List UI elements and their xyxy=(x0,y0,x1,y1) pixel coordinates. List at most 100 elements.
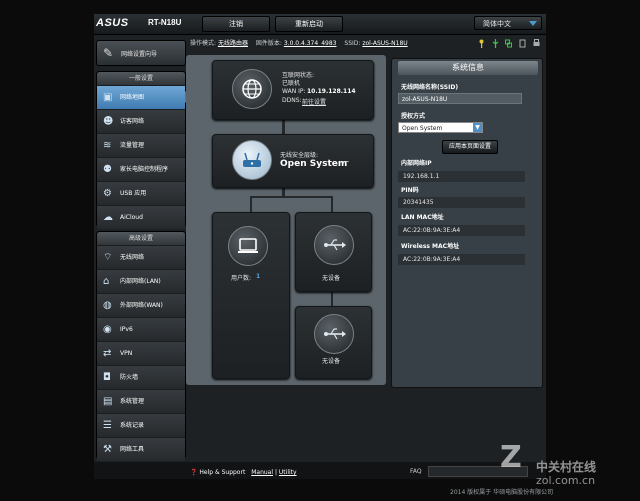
lan-ip-value: 192.168.1.1 xyxy=(398,171,525,182)
sidebar-item-system-log[interactable]: ☰ 系统记录 xyxy=(97,413,185,437)
sidebar-item-label: 无线网络 xyxy=(120,254,145,261)
router-icon xyxy=(232,140,272,180)
lan-ip-label: 内部网络IP xyxy=(401,160,432,167)
wand-icon: ✎ xyxy=(103,46,114,60)
internet-status-value: 已联机 xyxy=(282,80,301,87)
firewall-icon: ◘ xyxy=(103,372,111,383)
sidebar-item-label: 流量管理 xyxy=(120,142,145,149)
reboot-button[interactable]: 重新启动 xyxy=(275,16,343,32)
general-menu: 一般设置 ▣ 网络地图 ☻ 访客网络 ≋ 流量管理 ⚉ 家长电脑控制程序 ⚙ USB 应用… xyxy=(96,71,192,229)
key-icon[interactable] xyxy=(478,39,485,48)
ddns-label: DDNS: xyxy=(282,97,302,104)
advanced-menu: 高级设置 ⌔ 无线网络 ⌂ 内部网络(LAN) ◍ 外部网络(WAN) ◉ IPv6 ⇄… xyxy=(96,231,186,461)
auth-method-select[interactable]: Open System ▼ xyxy=(398,122,483,133)
clients-count[interactable]: 1 xyxy=(256,273,260,280)
lan-icon: ⌂ xyxy=(103,276,110,287)
wireless-mac-label: Wireless MAC地址 xyxy=(401,243,460,250)
copyright-text: 2014 版权属于 华硕电脑股份有限公司 xyxy=(450,489,554,496)
sidebar-item-network-map[interactable]: ▣ 网络地图 xyxy=(97,85,192,109)
mode-link[interactable]: 无线路由器 xyxy=(218,40,248,47)
sidebar-item-label: VPN xyxy=(120,350,133,357)
sidebar-item-label: AiCloud xyxy=(120,214,143,221)
sidebar-item-label: 网络工具 xyxy=(120,446,145,453)
firmware-label: 固件版本: xyxy=(255,40,282,47)
wan-icon: ◍ xyxy=(103,300,112,311)
utility-link[interactable]: Utility xyxy=(279,469,297,476)
watermark-url: zol.com.cn xyxy=(536,474,596,487)
sidebar-item-label: 访客网络 xyxy=(120,118,145,125)
network-map-icon: ▣ xyxy=(103,92,113,103)
sidebar-item-usb-app[interactable]: ⚙ USB 应用 xyxy=(97,181,185,205)
sidebar-item-wan[interactable]: ◍ 外部网络(WAN) xyxy=(97,293,185,317)
connector-line xyxy=(331,196,333,212)
printer-icon[interactable] xyxy=(533,39,540,48)
link-status-icon[interactable] xyxy=(505,39,512,48)
manual-link[interactable]: Manual xyxy=(251,469,273,476)
sidebar-item-lan[interactable]: ⌂ 内部网络(LAN) xyxy=(97,269,185,293)
ssid-label: SSID: xyxy=(344,40,361,47)
usb-icon xyxy=(314,225,354,265)
language-selector[interactable]: 简体中文 xyxy=(474,16,542,30)
usb-app-icon: ⚙ xyxy=(103,188,112,199)
wan-ip-value: 10.19.128.114 xyxy=(307,88,356,95)
sidebar-item-wireless[interactable]: ⌔ 无线网络 xyxy=(97,245,185,269)
ssid-field-label: 无线网络名称(SSID) xyxy=(401,84,459,91)
model-name: RT-N18U xyxy=(148,18,182,27)
quick-setup-button[interactable]: ✎ 网络设置向导 xyxy=(96,40,186,66)
unlocked-icon: ⌐ xyxy=(342,158,350,168)
usb-port-2-status: 无设备 xyxy=(322,358,341,365)
connector-line xyxy=(331,290,333,306)
clients-label: 用户数: xyxy=(231,275,252,282)
guest-network-icon: ☻ xyxy=(103,116,114,127)
chevron-down-icon: ▼ xyxy=(473,123,482,132)
system-log-icon: ☰ xyxy=(103,420,112,431)
sidebar-item-parental-control[interactable]: ⚉ 家长电脑控制程序 xyxy=(97,157,185,181)
firmware-link[interactable]: 3.0.0.4.374_4983 xyxy=(284,40,337,47)
logout-button[interactable]: 注销 xyxy=(202,16,270,32)
wps-icon[interactable] xyxy=(519,39,526,48)
sidebar-item-label: 防火墙 xyxy=(120,374,139,381)
system-info-title: 系统信息 xyxy=(398,61,538,75)
usb-status-icon[interactable] xyxy=(492,39,499,48)
lan-mac-value: AC:22:0B:9A:3E:A4 xyxy=(398,225,525,236)
system-info-panel xyxy=(391,58,543,388)
sidebar-item-vpn[interactable]: ⇄ VPN xyxy=(97,341,185,365)
apply-button[interactable]: 应用本页面设置 xyxy=(442,140,498,154)
connector-line xyxy=(250,196,332,198)
sidebar-item-aicloud[interactable]: ☁ AiCloud xyxy=(97,205,185,229)
ssid-input[interactable]: zol-ASUS-N18U xyxy=(398,93,522,104)
vpn-icon: ⇄ xyxy=(103,348,112,359)
watermark-logo: Z xyxy=(500,440,522,475)
computer-icon xyxy=(228,226,268,266)
ddns-setup-link[interactable]: 前往设置 xyxy=(302,97,326,106)
watermark-text: 中关村在线 xyxy=(536,460,597,474)
ipv6-icon: ◉ xyxy=(103,324,112,335)
language-label: 简体中文 xyxy=(483,20,511,28)
pin-value: 20341435 xyxy=(398,197,525,208)
ssid-link[interactable]: zol-ASUS-N18U xyxy=(362,40,407,47)
faq-label: FAQ xyxy=(410,468,422,475)
security-level-value: Open System xyxy=(280,159,348,169)
sidebar-item-traffic-manager[interactable]: ≋ 流量管理 xyxy=(97,133,185,157)
sidebar-item-label: 网络地图 xyxy=(120,94,145,101)
pin-label: PIN码 xyxy=(401,187,419,194)
auth-method-value: Open System xyxy=(402,125,443,132)
sidebar-item-label: IPv6 xyxy=(120,326,133,333)
sidebar-item-administration[interactable]: ▤ 系统管理 xyxy=(97,389,185,413)
wan-ip-label: WAN IP: xyxy=(282,88,306,95)
sidebar-item-label: 系统管理 xyxy=(120,398,145,405)
help-icon: ❓ xyxy=(190,469,198,476)
sidebar-item-guest-network[interactable]: ☻ 访客网络 xyxy=(97,109,185,133)
sidebar-item-network-tools[interactable]: ⚒ 网络工具 xyxy=(97,437,185,461)
aicloud-icon: ☁ xyxy=(103,212,113,223)
auth-method-label: 授权方式 xyxy=(401,113,426,120)
sidebar-item-ipv6[interactable]: ◉ IPv6 xyxy=(97,317,185,341)
quick-setup-label: 网络设置向导 xyxy=(121,51,158,58)
advanced-menu-title: 高级设置 xyxy=(97,232,185,245)
wireless-icon: ⌔ xyxy=(103,252,113,263)
traffic-manager-icon: ≋ xyxy=(103,140,112,151)
sidebar-item-firewall[interactable]: ◘ 防火墙 xyxy=(97,365,185,389)
chevron-down-icon xyxy=(529,21,537,26)
sidebar-item-label: 内部网络(LAN) xyxy=(120,278,161,285)
general-menu-title: 一般设置 xyxy=(97,72,185,85)
